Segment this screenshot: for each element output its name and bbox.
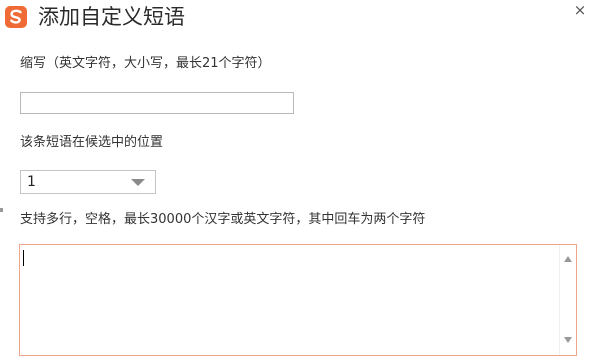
position-select[interactable]: 1	[20, 170, 156, 194]
add-custom-phrase-dialog: 添加自定义短语 × 缩写（英文字符，大小写，最长21个字符） 该条短语在候选中的…	[0, 0, 594, 360]
chevron-down-icon[interactable]	[131, 179, 145, 187]
scroll-up-arrow-icon[interactable]	[564, 256, 572, 262]
close-icon[interactable]: ×	[572, 2, 588, 18]
text-cursor	[23, 250, 24, 266]
dialog-title: 添加自定义短语	[38, 5, 185, 29]
scroll-down-arrow-icon[interactable]	[564, 337, 572, 343]
position-selected-value: 1	[27, 174, 36, 190]
vertical-scrollbar[interactable]	[559, 245, 576, 355]
abbreviation-input[interactable]	[20, 92, 294, 114]
position-label: 该条短语在候选中的位置	[20, 135, 164, 150]
edge-marker	[0, 208, 3, 212]
content-label: 支持多行，空格，最长30000个汉字或英文字符，其中回车为两个字符	[20, 212, 426, 227]
phrase-content-textarea[interactable]	[19, 244, 577, 356]
abbreviation-label: 缩写（英文字符，大小写，最长21个字符）	[20, 56, 271, 71]
sogou-logo-icon	[5, 6, 27, 28]
